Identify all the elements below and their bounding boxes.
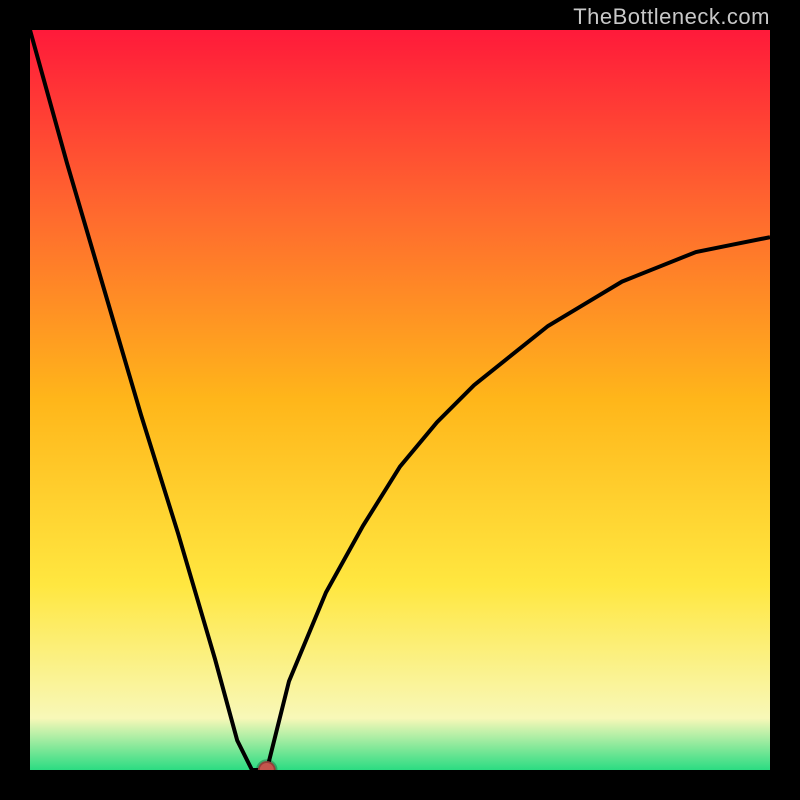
plot-area <box>30 30 770 770</box>
watermark-label: TheBottleneck.com <box>573 4 770 30</box>
min-marker-dot <box>258 761 276 770</box>
bottleneck-curve <box>30 30 770 770</box>
chart-frame: TheBottleneck.com <box>0 0 800 800</box>
